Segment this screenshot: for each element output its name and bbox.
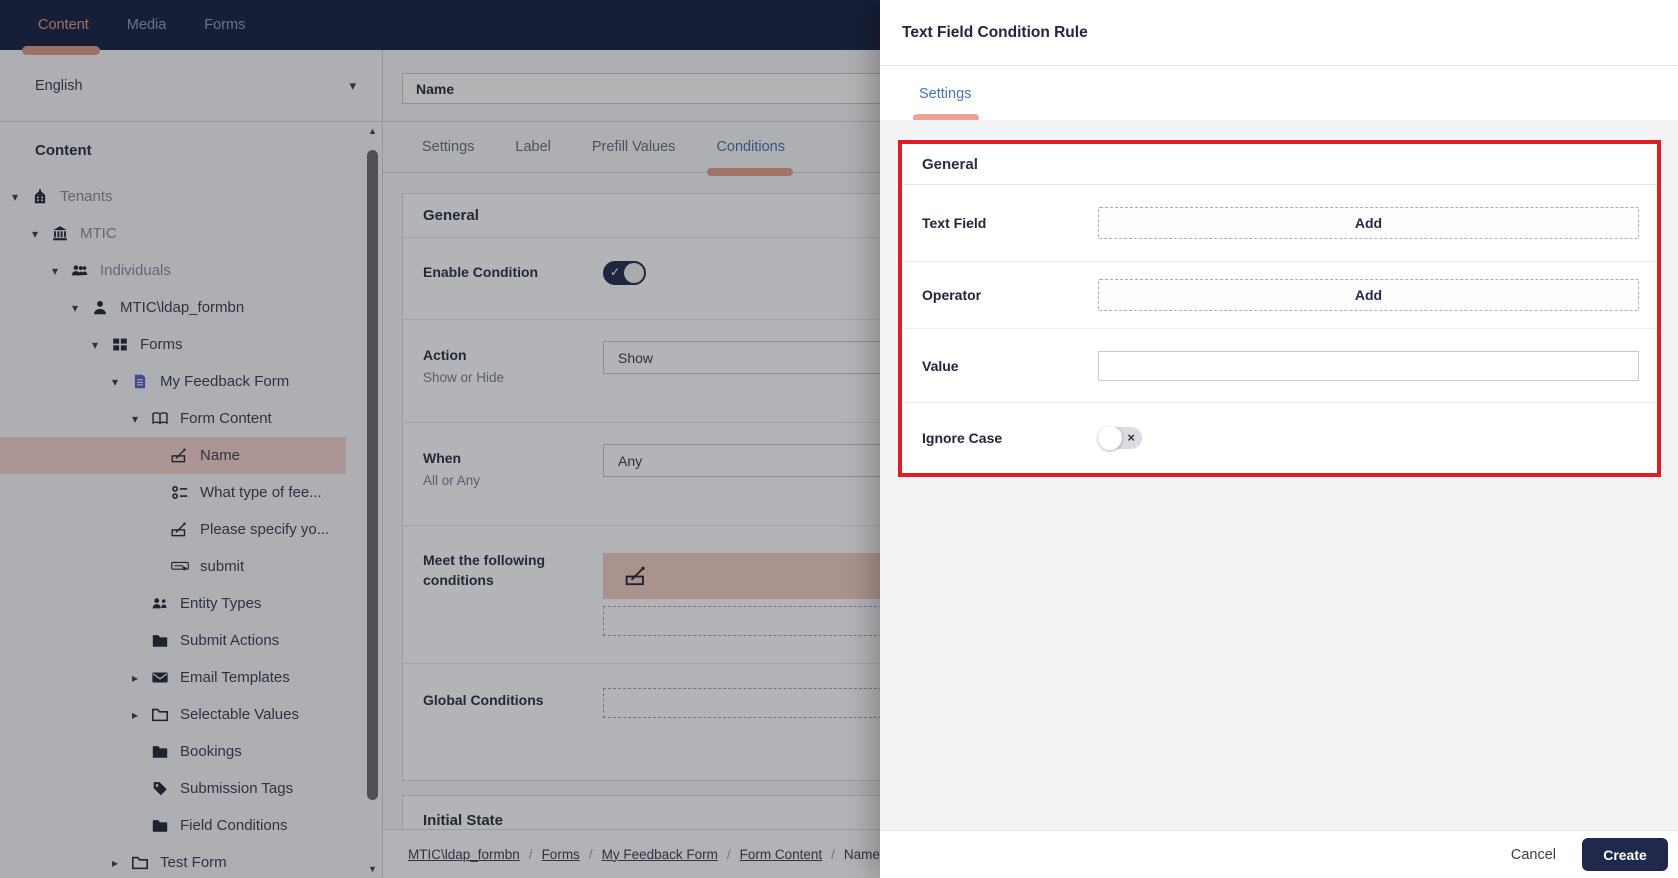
text-field-label: Text Field [922,215,987,231]
panel-tabs: Settings [880,66,1678,122]
operator-add-button[interactable]: Add [1098,279,1639,311]
text-field-add-button[interactable]: Add [1098,207,1639,239]
modal-dim-overlay [0,0,880,878]
panel-title: Text Field Condition Rule [880,0,1678,66]
value-input[interactable] [1098,350,1639,381]
value-label: Value [922,357,959,374]
ignore-case-row: Ignore Case × [902,403,1657,473]
ignore-case-label: Ignore Case [922,430,1003,446]
panel-body: General Text Field Add Operator Add Valu… [880,120,1678,830]
panel-tab-settings[interactable]: Settings [919,86,971,102]
panel-general-heading: General [902,144,1657,185]
app-root: Content Media Forms English ▾ Content ▾ … [0,0,1678,878]
create-button[interactable]: Create [1582,838,1668,871]
highlighted-general-section: General Text Field Add Operator Add Valu… [898,140,1661,477]
cancel-button[interactable]: Cancel [1511,847,1556,863]
ignore-case-toggle[interactable]: × [1098,426,1142,450]
value-row: Value [902,329,1657,403]
operator-row: Operator Add [902,262,1657,329]
condition-rule-panel: Text Field Condition Rule Settings Gener… [880,0,1678,878]
x-icon: × [1127,430,1135,445]
operator-label: Operator [922,287,982,303]
text-field-row: Text Field Add [902,185,1657,262]
panel-footer: Cancel Create [880,830,1678,878]
